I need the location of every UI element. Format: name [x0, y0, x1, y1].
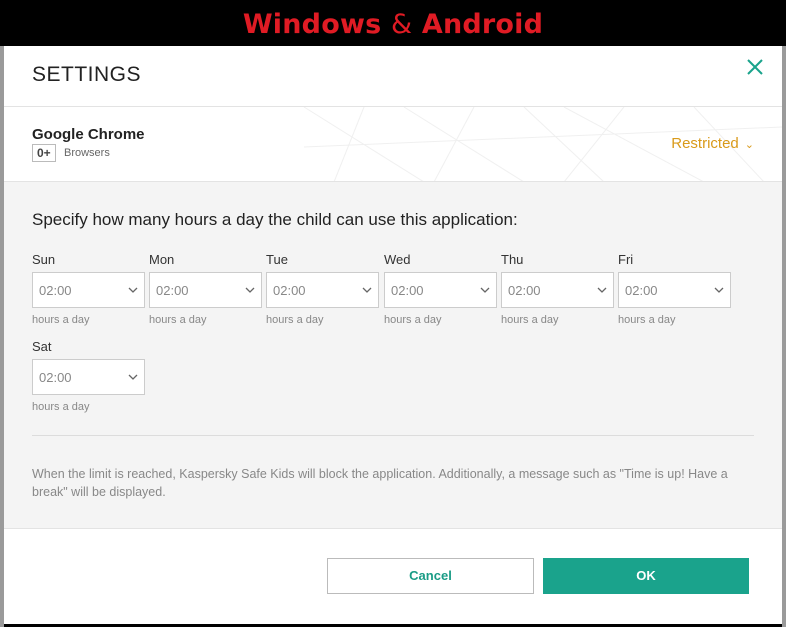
day-fri: Fri 02:00 hours a day	[618, 252, 731, 326]
chevron-down-icon	[714, 287, 724, 293]
hours-hint: hours a day	[32, 314, 90, 326]
hours-select-thu[interactable]: 02:00	[501, 272, 614, 308]
day-label: Sun	[32, 252, 56, 267]
banner-title: Windows & Android	[0, 0, 786, 46]
dialog-header: SETTINGS	[4, 46, 782, 107]
hours-hint: hours a day	[384, 314, 442, 326]
hours-select-tue[interactable]: 02:00	[266, 272, 379, 308]
chevron-down-icon	[128, 287, 138, 293]
restriction-label: Restricted	[671, 135, 739, 152]
banner-windows: Windows	[242, 9, 382, 40]
banner-android: Android	[421, 9, 544, 40]
divider	[32, 435, 754, 436]
hours-value: 02:00	[625, 283, 658, 298]
hours-hint: hours a day	[618, 314, 676, 326]
hours-select-mon[interactable]: 02:00	[149, 272, 262, 308]
day-tue: Tue 02:00 hours a day	[266, 252, 379, 326]
day-sat: Sat 02:00 hours a day	[32, 339, 145, 413]
day-label: Mon	[149, 252, 175, 267]
hours-value: 02:00	[273, 283, 306, 298]
ok-button[interactable]: OK	[543, 558, 749, 594]
hours-hint: hours a day	[501, 314, 559, 326]
app-category: Browsers	[64, 147, 110, 159]
schedule-heading: Specify how many hours a day the child c…	[32, 210, 518, 229]
app-name: Google Chrome	[32, 126, 145, 143]
hours-hint: hours a day	[149, 314, 207, 326]
chevron-down-icon	[362, 287, 372, 293]
background-pattern	[303, 107, 782, 181]
day-label: Sat	[32, 339, 52, 354]
restriction-dropdown[interactable]: Restricted ⌄	[671, 135, 754, 152]
chevron-down-icon: ⌄	[744, 139, 754, 151]
hours-select-sun[interactable]: 02:00	[32, 272, 145, 308]
app-info: Google Chrome 0+ Browsers Restricted ⌄	[4, 107, 782, 182]
settings-dialog: SETTINGS Google Chrome 0+ Browsers Restr…	[4, 46, 782, 624]
hours-select-wed[interactable]: 02:00	[384, 272, 497, 308]
hours-value: 02:00	[508, 283, 541, 298]
hours-value: 02:00	[39, 370, 72, 385]
day-label: Wed	[384, 252, 411, 267]
chevron-down-icon	[245, 287, 255, 293]
day-sun: Sun 02:00 hours a day	[32, 252, 145, 326]
banner-amp: &	[391, 9, 413, 40]
dialog-title: SETTINGS	[32, 63, 142, 86]
day-wed: Wed 02:00 hours a day	[384, 252, 497, 326]
day-label: Tue	[266, 252, 288, 267]
day-label: Thu	[501, 252, 524, 267]
hours-hint: hours a day	[32, 401, 90, 413]
schedule-section: Specify how many hours a day the child c…	[4, 182, 782, 529]
age-rating-badge: 0+	[32, 144, 56, 162]
chevron-down-icon	[480, 287, 490, 293]
background-right	[782, 46, 786, 627]
day-mon: Mon 02:00 hours a day	[149, 252, 262, 326]
chevron-down-icon	[597, 287, 607, 293]
day-label: Fri	[618, 252, 634, 267]
day-thu: Thu 02:00 hours a day	[501, 252, 614, 326]
chevron-down-icon	[128, 374, 138, 380]
cancel-button[interactable]: Cancel	[327, 558, 534, 594]
hours-value: 02:00	[391, 283, 424, 298]
hours-hint: hours a day	[266, 314, 324, 326]
hours-value: 02:00	[39, 283, 72, 298]
limit-note: When the limit is reached, Kaspersky Saf…	[32, 467, 728, 499]
hours-value: 02:00	[156, 283, 189, 298]
hours-select-sat[interactable]: 02:00	[32, 359, 145, 395]
close-icon[interactable]	[744, 56, 766, 78]
hours-select-fri[interactable]: 02:00	[618, 272, 731, 308]
